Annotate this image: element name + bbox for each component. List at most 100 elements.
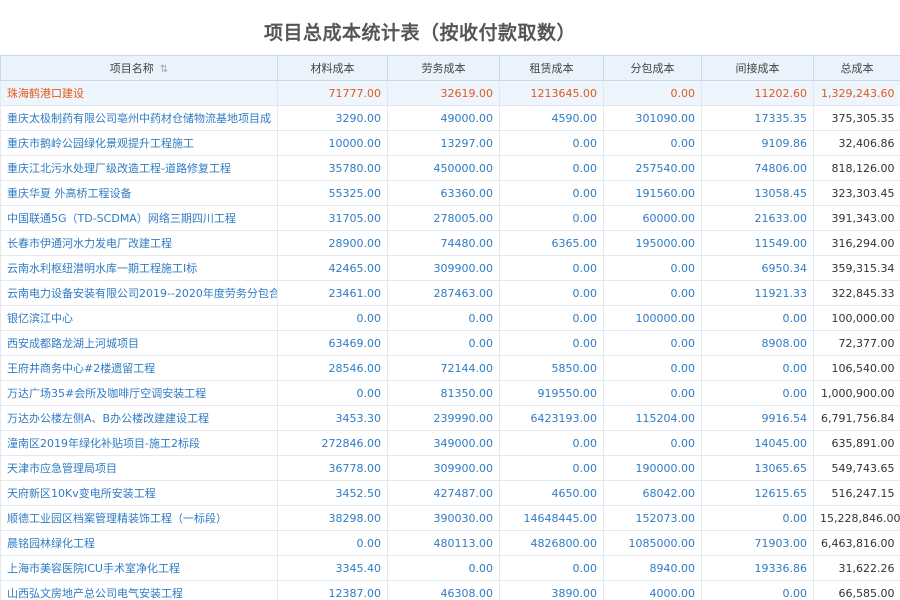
table-row[interactable]: 长春市伊通河水力发电厂改建工程 28900.00 74480.00 6365.00 19… [0, 230, 900, 256]
cell-total-cost: 15,228,846.00 [813, 505, 900, 531]
cell-project-name[interactable]: 天府新区10Kv变电所安装工程 [0, 480, 278, 506]
cell-indirect-cost: 0.00 [701, 380, 814, 406]
cell-labor-cost: 63360.00 [387, 180, 500, 206]
column-header-indirect[interactable]: 间接成本 [701, 55, 814, 81]
table-row[interactable]: 云南电力设备安装有限公司2019--2020年度劳务分包合 23461.00 287… [0, 280, 900, 306]
cell-project-name[interactable]: 云南电力设备安装有限公司2019--2020年度劳务分包合 [0, 280, 278, 306]
sort-icon[interactable]: ⇅ [160, 64, 168, 75]
cell-labor-cost: 81350.00 [387, 380, 500, 406]
cell-material-cost: 55325.00 [277, 180, 388, 206]
cell-rent-cost: 4590.00 [499, 105, 604, 131]
page-title: 项目总成本统计表（按收付款取数） [263, 22, 576, 44]
cell-indirect-cost: 12615.65 [701, 480, 814, 506]
cell-rent-cost: 0.00 [499, 430, 604, 456]
cell-rent-cost: 0.00 [499, 255, 604, 281]
table-row[interactable]: 王府井商务中心#2楼遗留工程 28546.00 72144.00 5850.00 0.0… [0, 355, 900, 381]
cell-subcontract-cost: 301090.00 [603, 105, 702, 131]
cell-material-cost: 63469.00 [277, 330, 388, 356]
cell-subcontract-cost: 190000.00 [603, 455, 702, 481]
column-header-rent[interactable]: 租赁成本 [499, 55, 604, 81]
cell-project-name[interactable]: 山西弘文房地产总公司电气安装工程 [0, 580, 278, 600]
column-header-labor[interactable]: 劳务成本 [387, 55, 500, 81]
cell-project-name[interactable]: 云南水利枢纽潜明水库一期工程施工I标 [0, 255, 278, 281]
cell-subcontract-cost: 60000.00 [603, 205, 702, 231]
cell-subcontract-cost: 0.00 [603, 330, 702, 356]
table-row[interactable]: 重庆市鹅岭公园绿化景观提升工程施工 10000.00 13297.00 0.00 0.0… [0, 130, 900, 156]
cell-material-cost: 23461.00 [277, 280, 388, 306]
table-header-row: 项目名称 ⇅ 材料成本 劳务成本 租赁成本 分包成本 间接成本 总成本 [0, 55, 900, 81]
cell-project-name[interactable]: 万达办公楼左侧A、B办公楼改建建设工程 [0, 405, 278, 431]
column-header-subcontract[interactable]: 分包成本 [603, 55, 702, 81]
cell-project-name[interactable]: 重庆江北污水处理厂级改造工程-道路修复工程 [0, 155, 278, 181]
cell-material-cost: 28546.00 [277, 355, 388, 381]
cell-subcontract-cost: 152073.00 [603, 505, 702, 531]
cell-total-cost: 66,585.00 [813, 580, 900, 600]
cell-total-cost: 6,791,756.84 [813, 405, 900, 431]
cell-labor-cost: 480113.00 [387, 530, 500, 556]
table-row[interactable]: 潼南区2019年绿化补贴项目-施工2标段 272846.00 349000.00 0.… [0, 430, 900, 456]
cell-material-cost: 0.00 [277, 305, 388, 331]
cell-project-name[interactable]: 重庆华夏 外高桥工程设备 [0, 180, 278, 206]
table-body: 珠海鹤港口建设 71777.00 32619.00 1213645.00 0.00 112… [0, 80, 900, 600]
cell-subcontract-cost: 0.00 [603, 380, 702, 406]
cell-labor-cost: 0.00 [387, 305, 500, 331]
table-row[interactable]: 珠海鹤港口建设 71777.00 32619.00 1213645.00 0.00 112… [0, 80, 900, 106]
cell-rent-cost: 0.00 [499, 180, 604, 206]
cell-indirect-cost: 8908.00 [701, 330, 814, 356]
table-row[interactable]: 重庆华夏 外高桥工程设备 55325.00 63360.00 0.00 191560.0… [0, 180, 900, 206]
table-row[interactable]: 重庆江北污水处理厂级改造工程-道路修复工程 35780.00 450000.00 0.… [0, 155, 900, 181]
table-row[interactable]: 天津市应急管理局项目 36778.00 309900.00 0.00 190000.00… [0, 455, 900, 481]
table-row[interactable]: 云南水利枢纽潜明水库一期工程施工I标 42465.00 309900.00 0.00 0… [0, 255, 900, 281]
cell-project-name[interactable]: 长春市伊通河水力发电厂改建工程 [0, 230, 278, 256]
cell-rent-cost: 0.00 [499, 155, 604, 181]
table-row[interactable]: 万达办公楼左侧A、B办公楼改建建设工程 3453.30 239990.00 64231… [0, 405, 900, 431]
table-row[interactable]: 西安成都路龙湖上河城项目 63469.00 0.00 0.00 0.00 8908.00 7… [0, 330, 900, 356]
cell-project-name[interactable]: 顺德工业园区档案管理精装饰工程（一标段） [0, 505, 278, 531]
cell-total-cost: 635,891.00 [813, 430, 900, 456]
table-row[interactable]: 山西弘文房地产总公司电气安装工程 12387.00 46308.00 3890.00 4… [0, 580, 900, 600]
cell-indirect-cost: 21633.00 [701, 205, 814, 231]
cell-project-name[interactable]: 中国联通5G（TD-SCDMA）网络三期四川工程 [0, 205, 278, 231]
table-row[interactable]: 银亿滨江中心 0.00 0.00 0.00 100000.00 0.00 100,000.0… [0, 305, 900, 331]
cell-rent-cost: 4650.00 [499, 480, 604, 506]
cell-material-cost: 272846.00 [277, 430, 388, 456]
cell-project-name[interactable]: 上海市美容医院ICU手术室净化工程 [0, 555, 278, 581]
cell-subcontract-cost: 191560.00 [603, 180, 702, 206]
cell-project-name[interactable]: 银亿滨江中心 [0, 305, 278, 331]
cell-project-name[interactable]: 重庆市鹅岭公园绿化景观提升工程施工 [0, 130, 278, 156]
cell-project-name[interactable]: 潼南区2019年绿化补贴项目-施工2标段 [0, 430, 278, 456]
cell-indirect-cost: 9916.54 [701, 405, 814, 431]
column-header-material[interactable]: 材料成本 [277, 55, 388, 81]
cell-project-name[interactable]: 王府井商务中心#2楼遗留工程 [0, 355, 278, 381]
table-row[interactable]: 上海市美容医院ICU手术室净化工程 3345.40 0.00 0.00 8940.00 1… [0, 555, 900, 581]
cell-project-name[interactable]: 天津市应急管理局项目 [0, 455, 278, 481]
cell-subcontract-cost: 0.00 [603, 80, 702, 106]
cell-labor-cost: 427487.00 [387, 480, 500, 506]
column-header-name[interactable]: 项目名称 ⇅ [0, 55, 278, 81]
cell-material-cost: 28900.00 [277, 230, 388, 256]
table-row[interactable]: 重庆太极制药有限公司亳州中药材仓储物流基地项目成 3290.00 49000.00 4… [0, 105, 900, 131]
cell-labor-cost: 390030.00 [387, 505, 500, 531]
cell-project-name[interactable]: 万达广场35#会所及咖啡厅空调安装工程 [0, 380, 278, 406]
cell-indirect-cost: 13065.65 [701, 455, 814, 481]
table-row[interactable]: 顺德工业园区档案管理精装饰工程（一标段） 38298.00 390030.00 146… [0, 505, 900, 531]
cost-table: 项目名称 ⇅ 材料成本 劳务成本 租赁成本 分包成本 间接成本 总成本 珠海鹤港口… [0, 55, 900, 600]
cell-material-cost: 35780.00 [277, 155, 388, 181]
cell-labor-cost: 450000.00 [387, 155, 500, 181]
cell-total-cost: 375,305.35 [813, 105, 900, 131]
column-header-total[interactable]: 总成本 [813, 55, 900, 81]
cell-material-cost: 3453.30 [277, 405, 388, 431]
cell-project-name[interactable]: 晨铭园林绿化工程 [0, 530, 278, 556]
cell-subcontract-cost: 68042.00 [603, 480, 702, 506]
table-row[interactable]: 晨铭园林绿化工程 0.00 480113.00 4826800.00 1085000.0… [0, 530, 900, 556]
table-row[interactable]: 中国联通5G（TD-SCDMA）网络三期四川工程 31705.00 278005.0… [0, 205, 900, 231]
cell-rent-cost: 3890.00 [499, 580, 604, 600]
cell-project-name[interactable]: 重庆太极制药有限公司亳州中药材仓储物流基地项目成 [0, 105, 278, 131]
cell-material-cost: 3345.40 [277, 555, 388, 581]
table-row[interactable]: 天府新区10Kv变电所安装工程 3452.50 427487.00 4650.00 68… [0, 480, 900, 506]
cell-project-name[interactable]: 珠海鹤港口建设 [0, 80, 278, 106]
cell-project-name[interactable]: 西安成都路龙湖上河城项目 [0, 330, 278, 356]
cell-rent-cost: 1213645.00 [499, 80, 604, 106]
table-row[interactable]: 万达广场35#会所及咖啡厅空调安装工程 0.00 81350.00 919550.00… [0, 380, 900, 406]
cell-rent-cost: 0.00 [499, 330, 604, 356]
